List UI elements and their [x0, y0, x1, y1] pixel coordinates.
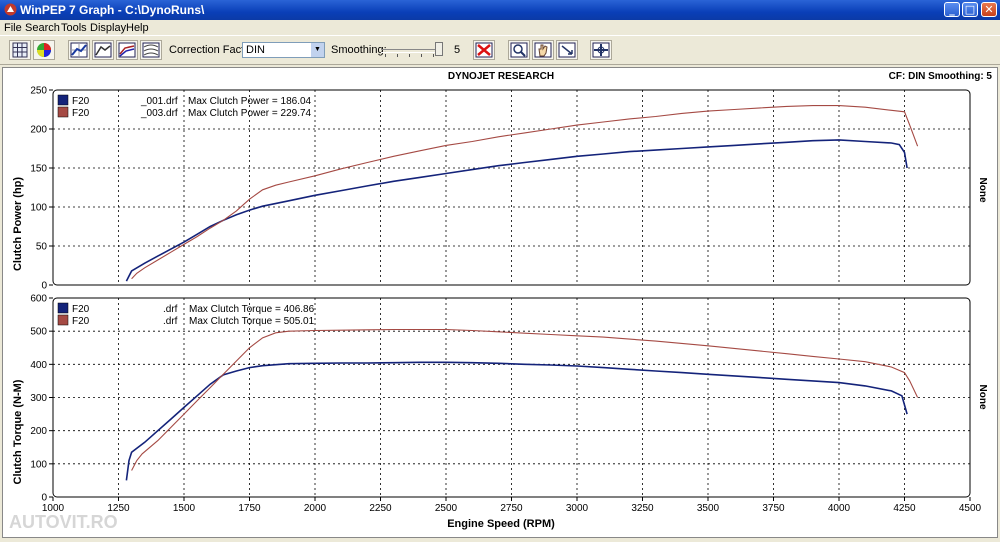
x-tick-label: 1000: [42, 503, 65, 514]
legend-tag: F20: [72, 96, 90, 107]
menu-search[interactable]: Search: [25, 22, 60, 34]
y-tick-label: 50: [36, 242, 48, 253]
slider-tick: [397, 54, 398, 57]
y-tick-label: 0: [41, 493, 47, 504]
watermark-logo: AUTOVIT.RO: [9, 512, 118, 532]
legend-swatch: [57, 94, 69, 106]
pan-hand-icon[interactable]: [532, 40, 554, 60]
y-tick-label: 400: [30, 360, 47, 371]
legend-file: .drf: [163, 316, 178, 327]
minimize-button[interactable]: _: [944, 2, 960, 17]
smoothing-slider[interactable]: [379, 41, 443, 59]
y-tick-label: 100: [30, 203, 47, 214]
x-tick-label: 2500: [435, 503, 458, 514]
x-tick-label: 1500: [173, 503, 196, 514]
x-tick-label: 3750: [762, 503, 785, 514]
graph-compare-icon[interactable]: [116, 40, 138, 60]
legend-label: Max Clutch Torque = 505.01: [189, 316, 315, 327]
close-button[interactable]: ✕: [981, 2, 997, 17]
grid-icon[interactable]: [9, 40, 31, 60]
correction-factor-value: DIN: [246, 44, 265, 56]
menu-tools[interactable]: Tools: [61, 22, 87, 34]
slider-thumb[interactable]: [435, 42, 443, 56]
x-axis-label: Engine Speed (RPM): [447, 518, 555, 530]
y-tick-label: 100: [30, 459, 47, 470]
maximize-button[interactable]: □: [962, 2, 978, 17]
y-tick-label: 150: [30, 164, 47, 175]
x-tick-label: 3500: [697, 503, 720, 514]
chevron-down-icon[interactable]: ▼: [311, 43, 324, 57]
legend-label: Max Clutch Power = 229.74: [188, 108, 312, 119]
legend-file: _003.drf: [140, 108, 178, 119]
x-tick-label: 4500: [959, 503, 982, 514]
slider-track: [381, 49, 441, 53]
y-tick-label: 500: [30, 327, 47, 338]
menu-help[interactable]: Help: [126, 22, 149, 34]
x-tick-label: 1250: [107, 503, 130, 514]
title-bar: WinPEP 7 Graph - C:\DynoRuns\ _ □ ✕: [0, 0, 1000, 20]
legend-swatch: [57, 314, 69, 326]
menu-display[interactable]: Display: [90, 22, 126, 34]
window-title: WinPEP 7 Graph - C:\DynoRuns\: [20, 3, 205, 17]
menu-bar: File Search Tools Display Help: [0, 20, 1000, 35]
x-tick-label: 3250: [631, 503, 654, 514]
remove-run-icon[interactable]: [473, 40, 495, 60]
toolbar: Correction Factor: DIN ▼ Smoothing: 5: [0, 35, 1000, 65]
y-axis-label-power: Clutch Power (hp): [12, 177, 24, 271]
y-tick-label: 200: [30, 426, 47, 437]
dyno-chart: DYNOJET RESEARCH CF: DIN Smoothing: 5 En…: [9, 71, 993, 532]
y-tick-label: 300: [30, 393, 47, 404]
header-right: CF: DIN Smoothing: 5: [889, 71, 993, 82]
slider-tick: [433, 54, 434, 57]
y-tick-label: 600: [30, 294, 47, 305]
slider-tick: [385, 54, 386, 57]
correction-factor-select[interactable]: DIN ▼: [242, 42, 325, 58]
right-label-bottom: None: [977, 385, 988, 410]
legend-swatch: [57, 106, 69, 118]
x-tick-label: 2250: [369, 503, 392, 514]
x-tick-label: 2000: [304, 503, 327, 514]
chart-panel-0: 0 50 100 150 200 250 F20 _001.drf Max Clutch Pow…: [30, 86, 971, 292]
right-label-top: None: [977, 178, 988, 203]
graph-multi-icon[interactable]: [140, 40, 162, 60]
legend-tag: F20: [72, 304, 90, 315]
x-tick-label: 1750: [238, 503, 261, 514]
dyno-graph-panel: DYNOJET RESEARCH CF: DIN Smoothing: 5 En…: [2, 67, 998, 538]
slider-tick: [409, 54, 410, 57]
legend-label: Max Clutch Power = 186.04: [188, 96, 312, 107]
y-tick-label: 0: [41, 281, 47, 292]
x-tick-label: 4000: [828, 503, 851, 514]
legend-file: .drf: [163, 304, 178, 315]
menu-file[interactable]: File: [4, 22, 22, 34]
zoom-icon[interactable]: [508, 40, 530, 60]
y-axis-label-torque: Clutch Torque (N-M): [12, 379, 24, 484]
legend-file: _001.drf: [140, 96, 178, 107]
legend-swatch: [57, 302, 69, 314]
plot-frame: [52, 297, 971, 498]
legend-tag: F20: [72, 316, 90, 327]
app-logo-icon: [4, 3, 17, 16]
x-tick-label: 3000: [566, 503, 589, 514]
legend-label: Max Clutch Torque = 406.86: [189, 304, 315, 315]
slider-tick: [421, 54, 422, 57]
color-wheel-icon[interactable]: [33, 40, 55, 60]
header-title: DYNOJET RESEARCH: [448, 71, 554, 82]
crosshair-icon[interactable]: [590, 40, 612, 60]
graph-line-icon[interactable]: [92, 40, 114, 60]
y-tick-label: 200: [30, 125, 47, 136]
y-tick-label: 250: [30, 86, 47, 97]
zoom-out-icon[interactable]: [556, 40, 578, 60]
graph-blue-icon[interactable]: [68, 40, 90, 60]
x-tick-label: 2750: [500, 503, 523, 514]
smoothing-value: 5: [454, 44, 461, 56]
chart-panel-1: 0 100 200 300 400 500 600 1000 1250 1500 1750 2000 2…: [30, 294, 981, 515]
legend-tag: F20: [72, 108, 90, 119]
x-tick-label: 4250: [893, 503, 916, 514]
